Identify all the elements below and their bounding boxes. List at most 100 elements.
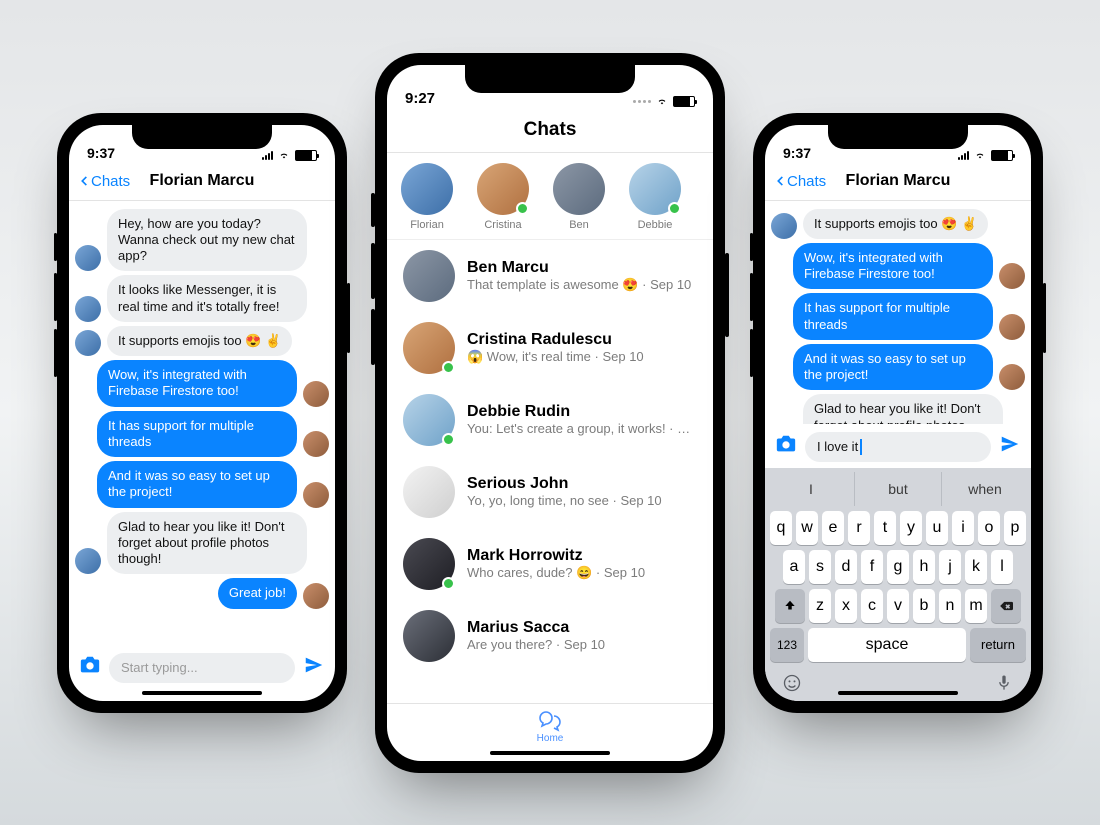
key-j[interactable]: j xyxy=(939,550,961,584)
back-button[interactable]: Chats xyxy=(773,172,826,190)
avatar[interactable] xyxy=(403,466,455,518)
navbar-title: Chats xyxy=(524,119,577,141)
key-a[interactable]: a xyxy=(783,550,805,584)
key-o[interactable]: o xyxy=(978,511,1000,545)
chat-list[interactable]: Ben MarcuThat template is awesome 😍 · Se… xyxy=(387,240,713,703)
key-i[interactable]: i xyxy=(952,511,974,545)
chat-row[interactable]: Cristina Radulescu😱 Wow, it's real time … xyxy=(387,312,713,384)
avatar[interactable] xyxy=(999,364,1025,390)
avatar[interactable] xyxy=(303,431,329,457)
message-out[interactable]: It has support for multiple threads xyxy=(771,293,1025,340)
key-n[interactable]: n xyxy=(939,589,961,623)
key-m[interactable]: m xyxy=(965,589,987,623)
numbers-key[interactable]: 123 xyxy=(770,628,804,662)
camera-button[interactable] xyxy=(775,433,797,460)
shift-key[interactable] xyxy=(775,589,805,623)
key-x[interactable]: x xyxy=(835,589,857,623)
avatar[interactable] xyxy=(403,394,455,446)
story-row[interactable]: Florian Cristina Ben Debbie xyxy=(387,153,713,240)
avatar[interactable] xyxy=(303,583,329,609)
chat-row[interactable]: Mark HorrowitzWho cares, dude? 😄 · Sep 1… xyxy=(387,528,713,600)
story-item[interactable]: Cristina xyxy=(477,163,529,231)
story-item[interactable]: Debbie xyxy=(629,163,681,231)
message-out[interactable]: It has support for multiple threads xyxy=(75,411,329,458)
message-out[interactable]: Great job! xyxy=(75,578,329,608)
avatar[interactable] xyxy=(403,322,455,374)
key-k[interactable]: k xyxy=(965,550,987,584)
camera-button[interactable] xyxy=(79,654,101,681)
key-c[interactable]: c xyxy=(861,589,883,623)
send-button[interactable] xyxy=(303,654,325,681)
avatar[interactable] xyxy=(403,250,455,302)
clock: 9:37 xyxy=(87,145,115,161)
avatar[interactable] xyxy=(75,245,101,271)
message-input[interactable]: Start typing... xyxy=(109,653,295,683)
story-item[interactable]: Florian xyxy=(401,163,453,231)
message-in[interactable]: It looks like Messenger, it is real time… xyxy=(75,275,329,322)
key-v[interactable]: v xyxy=(887,589,909,623)
keyboard-suggestion[interactable]: but xyxy=(854,472,941,506)
avatar[interactable] xyxy=(999,314,1025,340)
key-h[interactable]: h xyxy=(913,550,935,584)
keyboard-suggestion[interactable]: when xyxy=(941,472,1028,506)
message-out[interactable]: And it was so easy to set up the project… xyxy=(75,461,329,508)
space-key[interactable]: space xyxy=(808,628,966,662)
key-w[interactable]: w xyxy=(796,511,818,545)
avatar xyxy=(477,163,529,215)
wifi-icon xyxy=(655,96,669,106)
home-indicator[interactable] xyxy=(838,691,958,695)
dictation-icon[interactable] xyxy=(994,673,1014,693)
story-item[interactable]: Ben xyxy=(553,163,605,231)
message-in[interactable]: It supports emojis too 😍 ✌️ xyxy=(771,209,1025,239)
message-out[interactable]: Wow, it's integrated with Firebase Fires… xyxy=(771,243,1025,290)
key-p[interactable]: p xyxy=(1004,511,1026,545)
avatar[interactable] xyxy=(403,538,455,590)
key-l[interactable]: l xyxy=(991,550,1013,584)
clock: 9:37 xyxy=(783,145,811,161)
home-indicator[interactable] xyxy=(490,751,610,755)
back-button[interactable]: Chats xyxy=(77,172,130,190)
home-indicator[interactable] xyxy=(142,691,262,695)
key-y[interactable]: y xyxy=(900,511,922,545)
tab-home[interactable]: Home xyxy=(537,708,564,744)
key-g[interactable]: g xyxy=(887,550,909,584)
message-out[interactable]: Wow, it's integrated with Firebase Fires… xyxy=(75,360,329,407)
keyboard-suggestion[interactable]: I xyxy=(768,472,854,506)
message-out[interactable]: And it was so easy to set up the project… xyxy=(771,344,1025,391)
avatar[interactable] xyxy=(75,296,101,322)
chat-row[interactable]: Serious JohnYo, yo, long time, no see · … xyxy=(387,456,713,528)
chat-preview: You: Let's create a group, it works! · S… xyxy=(467,421,697,436)
avatar[interactable] xyxy=(303,482,329,508)
avatar[interactable] xyxy=(303,381,329,407)
avatar[interactable] xyxy=(75,548,101,574)
message-in[interactable]: Hey, how are you today? Wanna check out … xyxy=(75,209,329,272)
key-f[interactable]: f xyxy=(861,550,883,584)
avatar[interactable] xyxy=(999,263,1025,289)
message-in[interactable]: Glad to hear you like it! Don't forget a… xyxy=(771,394,1025,423)
key-e[interactable]: e xyxy=(822,511,844,545)
battery-icon xyxy=(673,96,695,107)
key-q[interactable]: q xyxy=(770,511,792,545)
message-in[interactable]: Glad to hear you like it! Don't forget a… xyxy=(75,512,329,575)
message-list[interactable]: Hey, how are you today? Wanna check out … xyxy=(69,201,335,645)
avatar[interactable] xyxy=(75,330,101,356)
chat-row[interactable]: Debbie RudinYou: Let's create a group, i… xyxy=(387,384,713,456)
key-s[interactable]: s xyxy=(809,550,831,584)
key-t[interactable]: t xyxy=(874,511,896,545)
avatar[interactable] xyxy=(771,213,797,239)
emoji-icon[interactable] xyxy=(782,673,802,693)
chat-row[interactable]: Ben MarcuThat template is awesome 😍 · Se… xyxy=(387,240,713,312)
key-b[interactable]: b xyxy=(913,589,935,623)
key-z[interactable]: z xyxy=(809,589,831,623)
key-u[interactable]: u xyxy=(926,511,948,545)
message-list[interactable]: It supports emojis too 😍 ✌️ Wow, it's int… xyxy=(765,201,1031,424)
key-r[interactable]: r xyxy=(848,511,870,545)
return-key[interactable]: return xyxy=(970,628,1026,662)
send-button[interactable] xyxy=(999,433,1021,460)
message-in[interactable]: It supports emojis too 😍 ✌️ xyxy=(75,326,329,356)
message-input[interactable]: I love it xyxy=(805,432,991,462)
avatar[interactable] xyxy=(403,610,455,662)
key-d[interactable]: d xyxy=(835,550,857,584)
chat-row[interactable]: Marius SaccaAre you there? · Sep 10 xyxy=(387,600,713,672)
backspace-key[interactable] xyxy=(991,589,1021,623)
